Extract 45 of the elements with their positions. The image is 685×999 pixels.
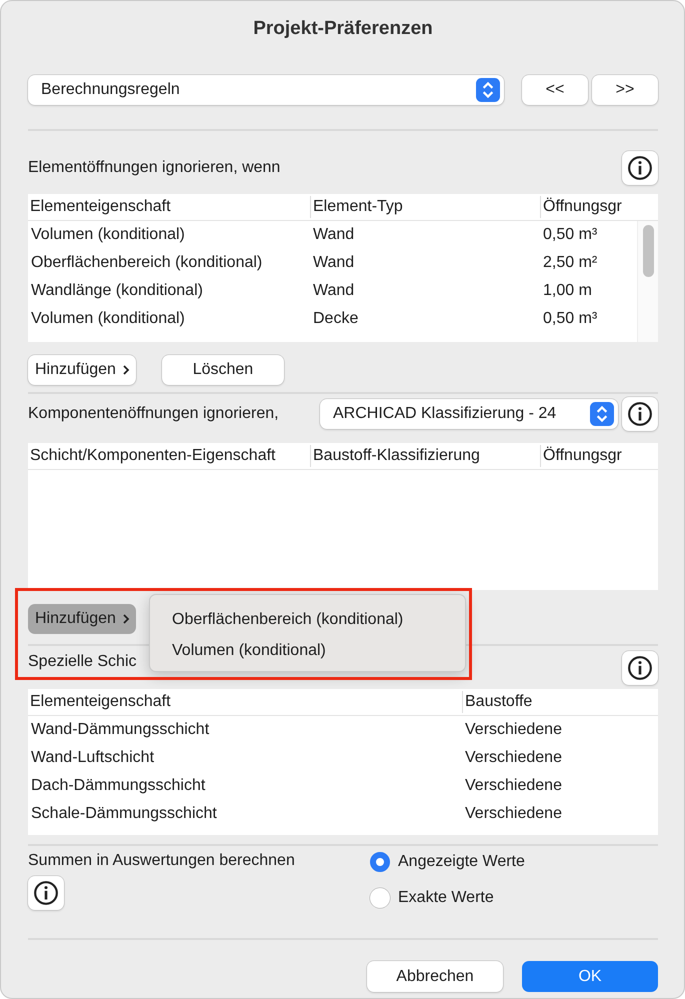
section-label: Elementöffnungen ignorieren, wenn [28, 159, 280, 177]
table-row[interactable]: Wand-Dämmungsschicht Verschiedene [28, 716, 658, 744]
chevron-icon [122, 613, 130, 625]
info-button[interactable] [622, 651, 658, 685]
column-header: Baustoff-Klassifizierung [310, 445, 540, 467]
column-header: Öffnungsgr [540, 445, 658, 467]
menu-item[interactable]: Volumen (konditional) [172, 638, 465, 669]
table-row[interactable]: Wand-Luftschicht Verschiedene [28, 744, 658, 772]
scrollbar[interactable] [637, 221, 658, 342]
radio-label: Angezeigte Werte [398, 853, 525, 871]
column-header: Schicht/Komponenten-Eigenschaft [29, 446, 276, 466]
stepper-icon [590, 402, 614, 426]
section-label: Spezielle Schic [28, 653, 136, 671]
stepper-icon [476, 78, 500, 102]
column-header: Elementeigenschaft [29, 692, 172, 712]
table-row[interactable]: Dach-Dämmungsschicht Verschiedene [28, 772, 658, 800]
dropdown[interactable]: ARCHICAD Klassifizierung - 24 [320, 399, 618, 429]
menu-item[interactable]: Oberflächenbereich (konditional) [172, 607, 465, 638]
info-button[interactable] [28, 876, 64, 910]
radio-label: Exakte Werte [398, 889, 494, 907]
info-button[interactable] [622, 397, 658, 431]
column-header: Element-Typ [310, 196, 540, 218]
dropdown[interactable]: Berechnungsregeln [28, 75, 504, 105]
table-row[interactable]: Schale-Dämmungsschicht Verschiedene [28, 800, 658, 828]
column-header: Elementeigenschaft [29, 197, 172, 217]
window-title: Projekt-Präferenzen [252, 17, 434, 41]
column-header: Baustoffe [462, 691, 658, 713]
cancel-button[interactable]: Abbrechen [367, 961, 503, 992]
section-label: Summen in Auswertungen berechnen [28, 852, 295, 870]
radio-button[interactable] [370, 852, 390, 872]
table-row[interactable]: Wandlänge (konditional) Wand 1,00 m [28, 277, 636, 305]
delete-button[interactable]: Löschen [162, 355, 284, 385]
table-row[interactable]: Volumen (konditional) Decke 0,50 m³ [28, 305, 636, 333]
info-button[interactable] [622, 151, 658, 185]
section-label: Komponentenöffnungen ignorieren, [28, 405, 279, 423]
add-menu-button[interactable]: Hinzufügen [28, 355, 136, 385]
nav-button[interactable]: << [522, 75, 588, 105]
radio-button[interactable] [370, 888, 390, 908]
chevron-icon [122, 364, 130, 376]
ok-button[interactable]: OK [522, 961, 658, 992]
column-header: Öffnungsgr [540, 196, 658, 218]
table-row[interactable]: Volumen (konditional) Wand 0,50 m³ [28, 221, 636, 249]
add-menu-button[interactable]: Hinzufügen [28, 604, 136, 634]
table-row[interactable]: Oberflächenbereich (konditional) Wand 2,50 m² [28, 249, 636, 277]
nav-button[interactable]: >> [592, 75, 658, 105]
